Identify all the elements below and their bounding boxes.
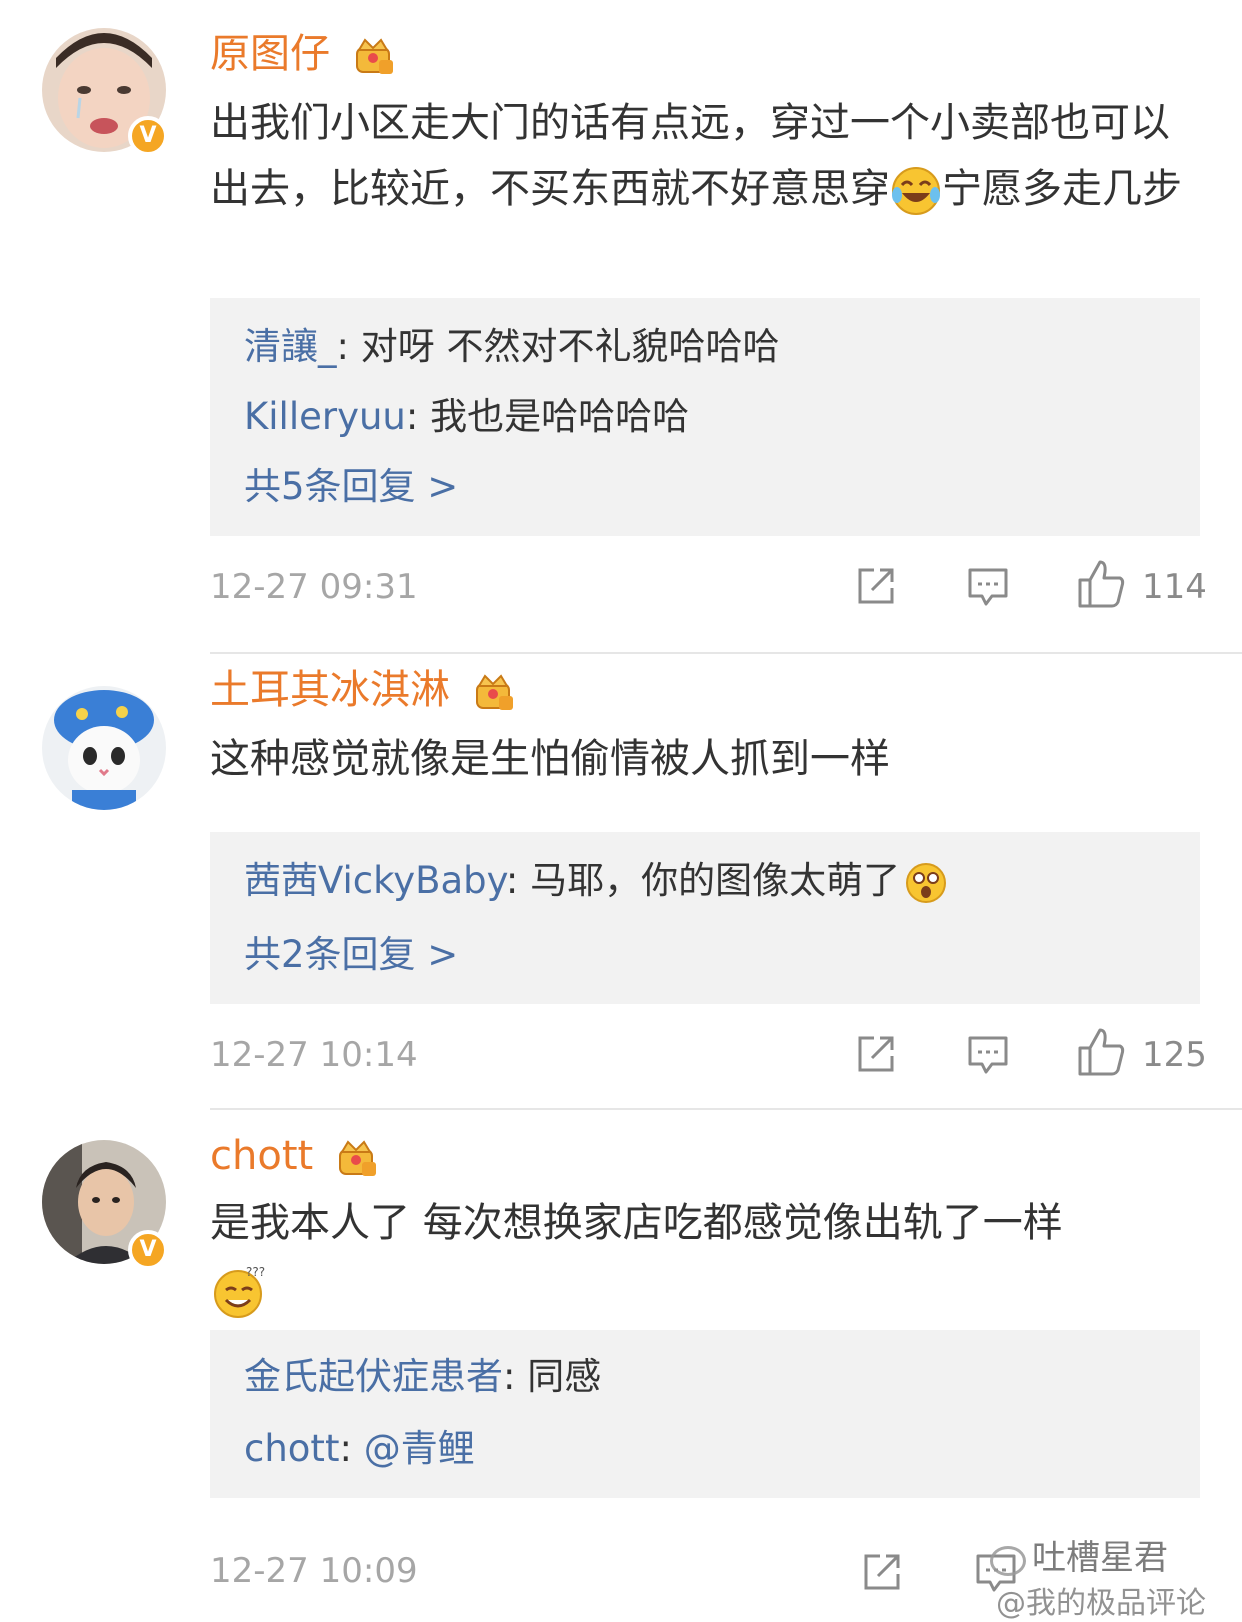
reply-username[interactable]: 金氏起伏症患者	[244, 1355, 503, 1398]
watermark-line1: 吐槽星君	[1032, 1538, 1168, 1578]
reply-separator: :	[503, 1355, 528, 1398]
weibo-logo-icon	[990, 1545, 1026, 1576]
verified-badge-icon: V	[128, 1230, 168, 1270]
svg-text:???: ???	[246, 1265, 265, 1279]
reply-text: 同感	[527, 1355, 602, 1398]
reply-separator: :	[339, 1427, 364, 1470]
comment-text-part-a: 是我本人了 每次想换家店吃都感觉像出轨了一样	[210, 1200, 1063, 1246]
comment-text: 是我本人了 每次想换家店吃都感觉像出轨了一样???	[210, 1190, 1200, 1322]
username[interactable]: chott	[210, 1130, 378, 1182]
reply-box[interactable]: 金氏起伏症患者: 同感 chott: @青鲤	[210, 1330, 1200, 1498]
watermark-line2: @我的极品评论	[996, 1586, 1206, 1621]
vip-crown-icon	[334, 1136, 378, 1180]
reply-username[interactable]: chott	[244, 1427, 339, 1470]
reply-item[interactable]: chott: @青鲤	[244, 1424, 475, 1474]
share-icon[interactable]	[858, 1548, 906, 1618]
reply-mention[interactable]: @青鲤	[364, 1427, 475, 1470]
username-text[interactable]: chott	[210, 1133, 313, 1179]
dizzy-smile-emoji-icon: ???	[210, 1262, 268, 1320]
reply-item[interactable]: 金氏起伏症患者: 同感	[244, 1352, 601, 1402]
comment-item: V chott 是我本人了 每次想换家店吃都感觉像出轨了一样??? 金氏起伏症患…	[0, 0, 1242, 1621]
watermark: 吐槽星君	[990, 1540, 1168, 1578]
timestamp: 12-27 10:09	[210, 1551, 418, 1591]
